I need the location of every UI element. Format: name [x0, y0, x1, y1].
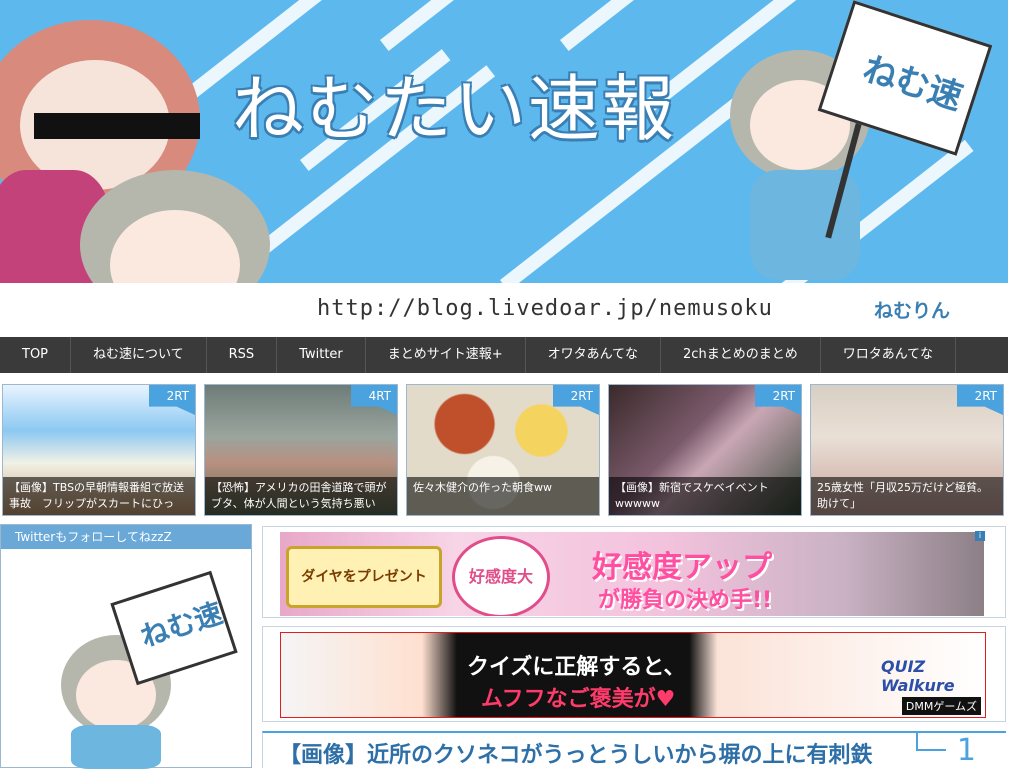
- thumb-caption: 【恐怖】アメリカの田舎道路で頭がブタ、体が人間という気持ち悪い: [205, 477, 397, 515]
- nav-item-matome-sokuho[interactable]: まとめサイト速報+: [366, 337, 526, 373]
- nav-item-warota-antenna[interactable]: ワロタあんてな: [821, 337, 957, 373]
- thumb-card[interactable]: 2RT 【画像】新宿でスケベイベントwwwww: [608, 384, 802, 516]
- title-corner-decoration: [916, 733, 946, 751]
- censor-bar: [34, 113, 200, 139]
- site-header[interactable]: ねむ速 ねむたい速報 http://blog.livedoar.jp/nemus…: [0, 0, 1008, 337]
- ad-1-sub-text: が勝負の決め手!!: [598, 588, 773, 613]
- nav-item-top[interactable]: TOP: [0, 337, 72, 373]
- article-entry: 【画像】近所のクソネコがうっとうしいから塀の上に有刺鉄 1: [262, 731, 1006, 768]
- nav-item-owata-antenna[interactable]: オワタあんてな: [526, 337, 662, 373]
- sidebar-twitter: TwitterもフォローしてねzzZ ねむ速: [0, 524, 252, 769]
- thumb-caption: 【画像】TBSの早朝情報番組で放送事故 フリップがスカートにひっ: [3, 477, 195, 515]
- article-title[interactable]: 【画像】近所のクソネコがうっとうしいから塀の上に有刺鉄: [279, 737, 873, 768]
- nav-item-about[interactable]: ねむ速について: [71, 337, 207, 373]
- ad-2-image: クイズに正解すると、 ムフフなご褒美が♥ QUIZ Walkure DMMゲーム…: [280, 632, 986, 718]
- ad-1-badge: 好感度大: [452, 536, 550, 616]
- site-url: http://blog.livedoar.jp/nemusoku: [317, 296, 773, 321]
- ad-1-main-text: 好感度アップ: [592, 550, 772, 585]
- thumb-card[interactable]: 2RT 25歳女性「月収25万だけど極貧。助けて」: [810, 384, 1004, 516]
- ad-2-logo: QUIZ Walkure: [881, 657, 955, 695]
- sidebar-character-pajamas: [71, 725, 161, 769]
- thumb-card[interactable]: 4RT 【恐怖】アメリカの田舎道路で頭がブタ、体が人間という気持ち悪い: [204, 384, 398, 516]
- thumb-card[interactable]: 2RT 佐々木健介の作った朝食ww: [406, 384, 600, 516]
- ad-1-image: ダイヤをプレゼント 好感度大 好感度アップ が勝負の決め手!!: [280, 532, 984, 616]
- sign-text: ねむ速: [857, 48, 968, 119]
- thumb-caption: 25歳女性「月収25万だけど極貧。助けて」: [811, 477, 1003, 515]
- artist-signature: ねむりん: [874, 300, 951, 322]
- thumb-caption: 【画像】新宿でスケベイベントwwwww: [609, 477, 801, 515]
- header-stripe: [560, 0, 664, 52]
- ad-2-brand: DMMゲームズ: [901, 697, 981, 715]
- header-stripe: [380, 0, 547, 52]
- article-number: 1: [956, 733, 976, 768]
- ad-banner-1[interactable]: ダイヤをプレゼント 好感度大 好感度アップ が勝負の決め手!! i: [262, 526, 1006, 618]
- nav-item-rss[interactable]: RSS: [207, 337, 278, 373]
- nav-item-twitter[interactable]: Twitter: [277, 337, 366, 373]
- thumb-card[interactable]: 2RT 【画像】TBSの早朝情報番組で放送事故 フリップがスカートにひっ: [2, 384, 196, 516]
- sidebar-sign-text: ねむ速: [136, 596, 227, 654]
- ad-banner-2[interactable]: クイズに正解すると、 ムフフなご褒美が♥ QUIZ Walkure DMMゲーム…: [262, 626, 1006, 722]
- site-logo[interactable]: ねむたい速報: [232, 50, 676, 155]
- thumb-caption: 佐々木健介の作った朝食ww: [407, 477, 599, 515]
- page: ねむ速 ねむたい速報 http://blog.livedoar.jp/nemus…: [0, 0, 1008, 769]
- main-nav: TOP ねむ速について RSS Twitter まとめサイト速報+ オワタあんて…: [0, 337, 1008, 373]
- ad-info-icon[interactable]: i: [975, 531, 985, 541]
- nav-filler: [956, 337, 1008, 373]
- nav-item-2ch-matome[interactable]: 2chまとめのまとめ: [661, 337, 821, 373]
- ad-1-diamond-label: ダイヤをプレゼント: [286, 546, 442, 608]
- ranking-thumbs: 2RT 【画像】TBSの早朝情報番組で放送事故 フリップがスカートにひっ 4RT…: [0, 384, 1008, 516]
- ad-2-main-text: クイズに正解すると、: [467, 655, 686, 680]
- ad-2-sub-text: ムフフなご褒美が♥: [481, 687, 676, 712]
- sidebar-heading: TwitterもフォローしてねzzZ: [1, 525, 251, 549]
